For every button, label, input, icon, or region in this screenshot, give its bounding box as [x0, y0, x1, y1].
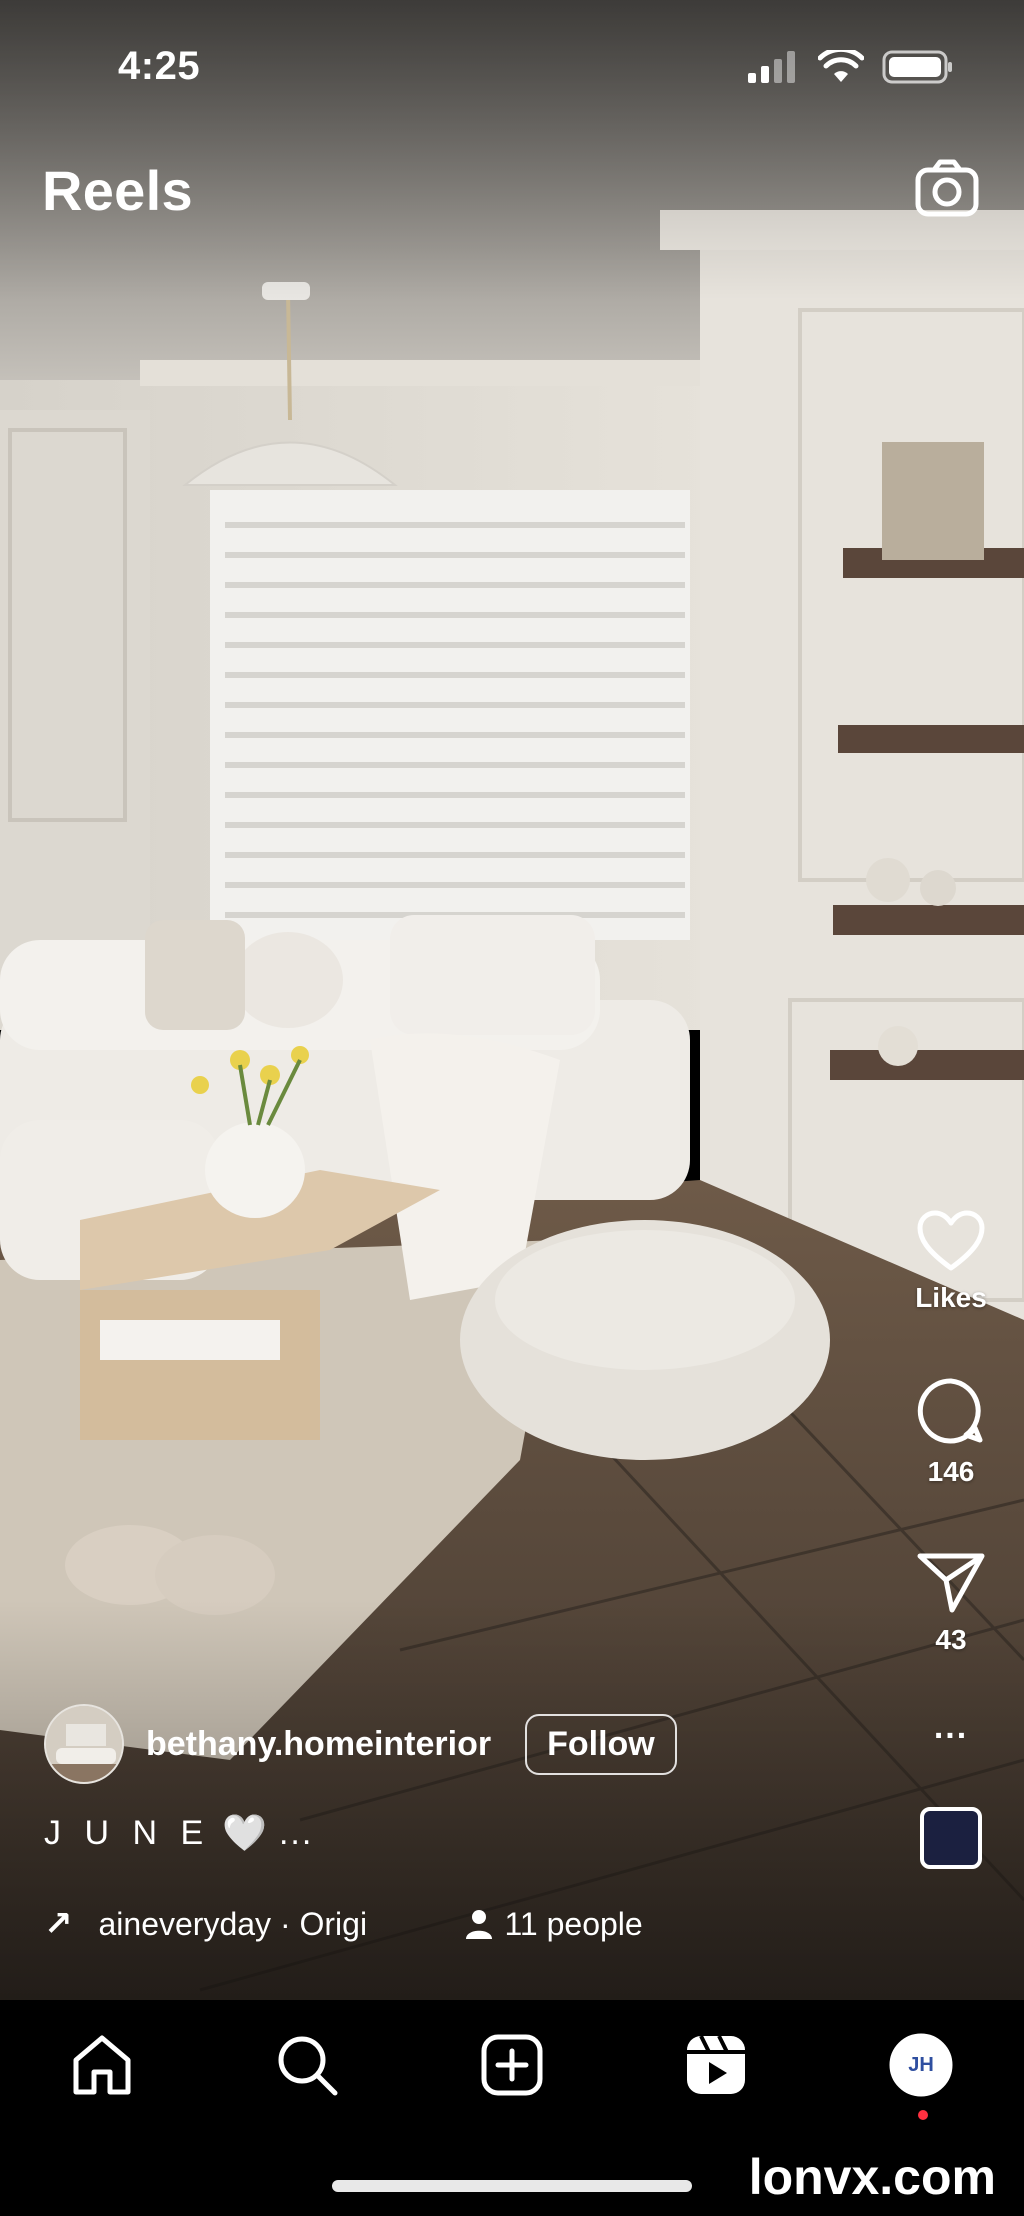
svg-text:JH: JH	[908, 2054, 934, 2076]
caption-heart: 🤍	[222, 1812, 267, 1853]
meta-row: ↗ aineveryday · Origi 11 people	[44, 1904, 643, 1944]
reel-video[interactable]	[0, 0, 1024, 2000]
reels-icon	[687, 2035, 745, 2094]
comments-count: 146	[927, 1456, 975, 1487]
share-button[interactable]: 43	[916, 1550, 986, 1656]
comment-button[interactable]: 146	[916, 1376, 986, 1488]
people-tag[interactable]: 11 people	[465, 1906, 643, 1943]
caption[interactable]: J U N E 🤍 ...	[44, 1812, 313, 1854]
status-bar: 4:25	[0, 0, 1024, 130]
status-time: 4:25	[118, 44, 201, 88]
people-count: 11 people	[504, 1905, 643, 1942]
arrow-icon: ↗	[44, 1905, 73, 1943]
more-icon[interactable]: ...	[934, 1708, 968, 1747]
heart-icon	[917, 1210, 985, 1271]
shares-count: 43	[935, 1624, 967, 1655]
create-tab[interactable]	[477, 2030, 547, 2100]
wifi-icon	[818, 50, 864, 82]
profile-avatar: JH	[889, 2033, 953, 2097]
comment-icon	[917, 1378, 983, 1444]
caption-more[interactable]: ...	[279, 1814, 313, 1853]
battery-icon	[882, 50, 952, 84]
search-tab[interactable]	[272, 2030, 342, 2100]
username[interactable]: bethany.homeinterior	[146, 1725, 491, 1764]
action-rail: Likes 146 43 ...	[896, 1210, 1006, 1869]
profile-tab[interactable]: JH	[886, 2030, 956, 2100]
avatar[interactable]	[44, 1704, 124, 1784]
page-title: Reels	[42, 159, 193, 222]
camera-icon[interactable]	[914, 156, 980, 222]
caption-text: J U N E	[44, 1813, 211, 1852]
audio-thumbnail[interactable]	[920, 1807, 982, 1869]
plus-square-icon	[481, 2034, 543, 2096]
likes-label: Likes	[915, 1282, 987, 1313]
share-icon	[917, 1553, 985, 1613]
person-icon	[465, 1910, 492, 1939]
home-tab[interactable]	[67, 2030, 137, 2100]
cellular-signal-icon	[748, 51, 795, 83]
watermark: lonvx.com	[748, 2149, 996, 2205]
reels-screen: 4:25 Reels Likes 146 43 ... bethany.home…	[0, 0, 1024, 2216]
follow-button[interactable]: Follow	[525, 1713, 677, 1775]
notification-dot	[918, 2110, 928, 2120]
like-button[interactable]: Likes	[915, 1210, 987, 1314]
author-row: bethany.homeinterior Follow	[44, 1704, 677, 1784]
audio-label[interactable]: aineveryday · Origi	[99, 1906, 419, 1943]
status-icons	[748, 50, 954, 84]
home-icon	[73, 2035, 131, 2095]
reels-tab[interactable]	[681, 2030, 751, 2100]
home-indicator[interactable]	[332, 2180, 692, 2192]
search-icon	[278, 2036, 338, 2096]
